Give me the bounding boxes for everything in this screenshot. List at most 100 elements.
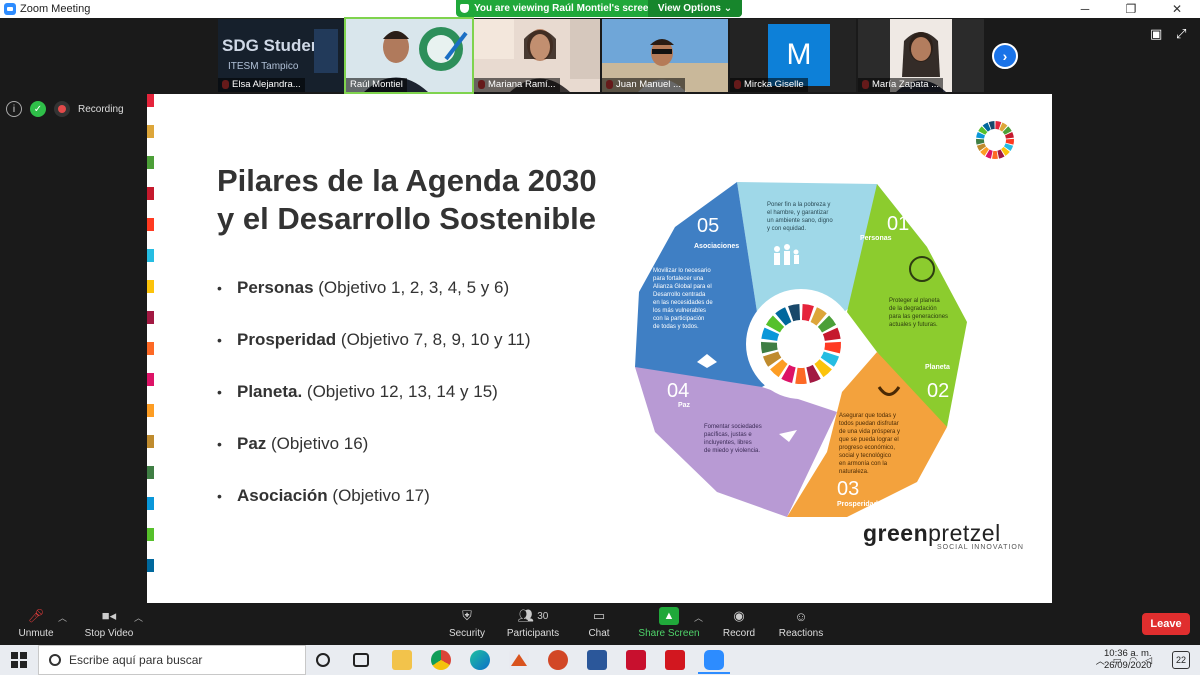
video-camera-icon: ■◂	[101, 608, 117, 623]
task-view-icon[interactable]	[353, 653, 369, 667]
pillar-name: Personas	[860, 235, 892, 242]
svg-text:Asegurar que todas y: Asegurar que todas y	[839, 413, 896, 419]
chat-bubble-icon: ▭	[592, 608, 606, 623]
slide-title-line2: y el Desarrollo Sostenible	[217, 201, 597, 236]
view-options-button[interactable]: View Options ⌄	[648, 0, 742, 17]
svg-text:social y tecnológico: social y tecnológico	[839, 453, 892, 459]
sdg-wheel-segment	[1005, 138, 1014, 145]
list-item: Paz (Objetivo 16)	[217, 433, 531, 485]
matlab-icon[interactable]	[509, 650, 529, 670]
participant-tile[interactable]: Mariana Ramí...	[474, 19, 600, 92]
svg-text:con la participación: con la participación	[653, 316, 704, 322]
list-item: Asociación (Objetivo 17)	[217, 485, 531, 537]
solidworks-icon[interactable]	[626, 650, 646, 670]
list-item: Planeta. (Objetivo 12, 13, 14 y 15)	[217, 381, 531, 433]
mic-muted-icon: 🎤︎	[27, 608, 45, 623]
meeting-status-row: i ✓ Recording	[6, 100, 124, 118]
slide-title: Pilares de la Agenda 2030 y el Desarroll…	[217, 162, 637, 238]
reactions-button[interactable]: ☺ Reactions	[761, 607, 841, 640]
pillar-name: Prosperidad	[837, 501, 878, 508]
svg-text:de todas y todos.: de todas y todos.	[653, 324, 699, 330]
participant-tile[interactable]: SDG Studen ITESM Tampico Elsa Alejandra.…	[218, 19, 344, 92]
svg-text:de una vida próspera y: de una vida próspera y	[839, 429, 900, 435]
close-button[interactable]: ✕	[1154, 0, 1200, 18]
pillar-number: 05	[697, 215, 719, 237]
svg-text:Poner fin a la pobreza y: Poner fin a la pobreza y	[767, 202, 830, 208]
svg-text:y con equidad.: y con equidad.	[767, 226, 806, 232]
pillar-number: 03	[837, 478, 859, 500]
taskbar-search-input[interactable]: Escribe aquí para buscar	[38, 645, 306, 675]
powerpoint-icon[interactable]	[548, 650, 568, 670]
svg-text:incluyentes, libres: incluyentes, libres	[704, 440, 752, 446]
avatar: M	[768, 24, 830, 86]
sdg-wheel-segment	[976, 138, 985, 145]
svg-text:Proteger al planeta: Proteger al planeta	[889, 298, 940, 304]
pillar-name: Paz	[678, 402, 691, 409]
sdg-color-strip	[147, 94, 154, 603]
start-button[interactable]	[0, 645, 38, 675]
participant-tile-active[interactable]: Raúl Montiel	[344, 17, 474, 94]
participant-name: Juan Manuel ...	[602, 78, 685, 92]
smiley-icon: ☺	[794, 608, 808, 624]
participant-name: Mariana Ramí...	[474, 78, 560, 92]
taskbar-clock[interactable]: 10:36 a. m. 26/09/2020	[1104, 648, 1152, 672]
security-shield-icon[interactable]: ✓	[30, 101, 46, 117]
participant-tile[interactable]: Juan Manuel ...	[602, 19, 728, 92]
info-icon[interactable]: i	[6, 101, 22, 117]
word-icon[interactable]	[587, 650, 607, 670]
svg-text:de miedo y violencia.: de miedo y violencia.	[704, 448, 760, 454]
sdg-logo-icon	[976, 121, 1014, 159]
edge-icon[interactable]	[470, 650, 490, 670]
audio-options-caret[interactable]: ︿	[58, 611, 67, 624]
participant-name: Mircka Giselle	[730, 78, 808, 92]
video-options-caret[interactable]: ︿	[134, 611, 143, 624]
restore-button[interactable]: ❐	[1108, 0, 1154, 18]
chat-button[interactable]: ▭ Chat	[559, 607, 639, 639]
leave-button[interactable]: Leave	[1142, 613, 1190, 635]
zoom-taskbar-icon[interactable]	[704, 650, 724, 670]
pillar-number: 04	[667, 380, 689, 402]
svg-text:un ambiente sano, digno: un ambiente sano, digno	[767, 218, 833, 224]
acrobat-icon[interactable]	[665, 650, 685, 670]
svg-text:Desarrollo centrada: Desarrollo centrada	[653, 292, 706, 298]
pillar-name: Asociaciones	[694, 243, 739, 250]
pillars-wheel: 01 Personas Poner fin a la pobreza y el …	[635, 182, 967, 517]
participant-tile[interactable]: María Zapata ...	[858, 19, 984, 92]
shield-icon	[460, 4, 469, 13]
cortana-icon[interactable]	[316, 653, 330, 667]
brand-tagline: SOCIAL INNOVATION	[937, 544, 1024, 551]
zoom-icon	[4, 3, 16, 15]
search-icon	[49, 654, 61, 666]
shield-icon: ⛨	[462, 608, 472, 623]
recording-icon	[54, 101, 70, 117]
windows-taskbar: Escribe aquí para buscar ︿ ▭ ◠ ◁ 10:36 a…	[0, 645, 1200, 675]
gallery-view-icon[interactable]: ▣	[1150, 26, 1168, 42]
svg-text:de la degradación: de la degradación	[889, 306, 937, 312]
active-app-indicator	[698, 672, 730, 674]
svg-text:Alianza Global para el: Alianza Global para el	[653, 284, 712, 290]
participant-tile[interactable]: M Mircka Giselle	[730, 19, 856, 92]
participants-icon: 👥︎ 30	[517, 608, 549, 623]
share-banner: You are viewing Raúl Montiel's screen Vi…	[456, 0, 742, 17]
svg-text:que se pueda lograr el: que se pueda lograr el	[839, 437, 899, 443]
chrome-icon[interactable]	[431, 650, 451, 670]
svg-text:el hambre, y garantizar: el hambre, y garantizar	[767, 210, 828, 216]
participant-name: Raúl Montiel	[346, 78, 407, 92]
next-page-arrow-icon[interactable]: ›	[992, 43, 1018, 69]
pillars-list: Personas (Objetivo 1, 2, 3, 4, 5 y 6) Pr…	[217, 277, 531, 537]
svg-text:en las necesidades de: en las necesidades de	[653, 300, 713, 306]
pillar-number: 01	[887, 213, 909, 235]
sdg-wheel-segment	[992, 150, 998, 159]
notifications-icon[interactable]: 22	[1172, 651, 1190, 669]
svg-text:pacíficas, justas e: pacíficas, justas e	[704, 432, 752, 438]
fullscreen-icon[interactable]: ⤢	[1176, 26, 1194, 42]
thumb-sdg-text: SDG Studen	[222, 36, 321, 55]
svg-text:para las generaciones: para las generaciones	[889, 314, 948, 320]
minimize-button[interactable]: ─	[1062, 0, 1108, 18]
svg-text:todos puedan disfrutar: todos puedan disfrutar	[839, 421, 899, 427]
window-title: Zoom Meeting	[20, 3, 91, 15]
share-banner-message: You are viewing Raúl Montiel's screen	[474, 3, 655, 14]
file-explorer-icon[interactable]	[392, 650, 412, 670]
svg-text:actuales y futuras.: actuales y futuras.	[889, 322, 938, 328]
pillar-number: 02	[927, 380, 949, 402]
